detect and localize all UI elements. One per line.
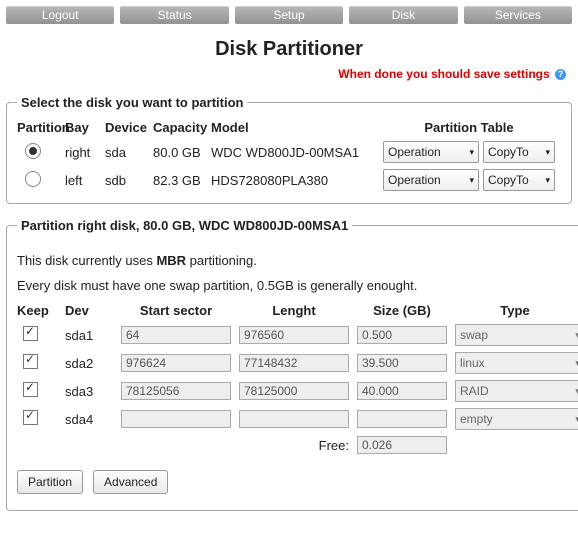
type-select-2[interactable]: RAID▾ bbox=[455, 380, 578, 402]
length-input-1[interactable] bbox=[239, 354, 349, 372]
advanced-button[interactable]: Advanced bbox=[93, 470, 168, 494]
hdr-size: Size (GB) bbox=[357, 303, 447, 318]
size-input-0[interactable] bbox=[357, 326, 447, 344]
copyto-select-1[interactable]: CopyTo▾ bbox=[483, 169, 555, 191]
hdr-device: Device bbox=[105, 120, 153, 135]
hdr-type: Type bbox=[455, 303, 575, 318]
hdr-capacity: Capacity bbox=[153, 120, 211, 135]
part-dev: sda1 bbox=[65, 328, 113, 343]
start-input-0[interactable] bbox=[121, 326, 231, 344]
start-input-3[interactable] bbox=[121, 410, 231, 428]
hdr-dev: Dev bbox=[65, 303, 113, 318]
start-input-2[interactable] bbox=[121, 382, 231, 400]
disk-radio-1[interactable] bbox=[25, 171, 41, 187]
type-select-0[interactable]: swap▾ bbox=[455, 324, 578, 346]
hdr-partition: Partition bbox=[17, 120, 65, 135]
part-dev: sda2 bbox=[65, 356, 113, 371]
info-mbr: This disk currently uses MBR partitionin… bbox=[17, 253, 575, 268]
hdr-model: Model bbox=[211, 120, 383, 135]
disk-device: sdb bbox=[105, 173, 153, 188]
size-input-2[interactable] bbox=[357, 382, 447, 400]
type-select-1[interactable]: linux▾ bbox=[455, 352, 578, 374]
chevron-down-icon: ▾ bbox=[469, 175, 474, 186]
size-input-3[interactable] bbox=[357, 410, 447, 428]
disk-select-fieldset: Select the disk you want to partition Pa… bbox=[6, 95, 572, 204]
disk-bay: right bbox=[65, 145, 105, 160]
length-input-2[interactable] bbox=[239, 382, 349, 400]
length-input-3[interactable] bbox=[239, 410, 349, 428]
keep-checkbox-3[interactable] bbox=[23, 410, 38, 425]
disk-capacity: 80.0 GB bbox=[153, 145, 211, 160]
free-label: Free: bbox=[239, 438, 349, 453]
disk-model: WDC WD800JD-00MSA1 bbox=[211, 145, 383, 160]
partition-fieldset: Partition right disk, 80.0 GB, WDC WD800… bbox=[6, 218, 578, 511]
keep-checkbox-1[interactable] bbox=[23, 354, 38, 369]
hdr-keep: Keep bbox=[17, 303, 57, 318]
chevron-down-icon: ▾ bbox=[545, 147, 550, 158]
hdr-partition-table: Partition Table bbox=[383, 120, 555, 135]
partition-button[interactable]: Partition bbox=[17, 470, 83, 494]
nav-services[interactable]: Services bbox=[464, 6, 572, 24]
hdr-length: Lenght bbox=[239, 303, 349, 318]
keep-checkbox-2[interactable] bbox=[23, 382, 38, 397]
disk-radio-0[interactable] bbox=[25, 143, 41, 159]
nav-disk[interactable]: Disk bbox=[349, 6, 457, 24]
disk-bay: left bbox=[65, 173, 105, 188]
free-value[interactable] bbox=[357, 436, 447, 454]
top-nav: Logout Status Setup Disk Services bbox=[6, 6, 572, 24]
nav-logout[interactable]: Logout bbox=[6, 6, 114, 24]
disk-select-legend: Select the disk you want to partition bbox=[17, 95, 247, 110]
length-input-0[interactable] bbox=[239, 326, 349, 344]
hdr-bay: Bay bbox=[65, 120, 105, 135]
part-dev: sda3 bbox=[65, 384, 113, 399]
nav-setup[interactable]: Setup bbox=[235, 6, 343, 24]
disk-device: sda bbox=[105, 145, 153, 160]
chevron-down-icon: ▾ bbox=[545, 175, 550, 186]
copyto-select-0[interactable]: CopyTo▾ bbox=[483, 141, 555, 163]
part-dev: sda4 bbox=[65, 412, 113, 427]
warning-text: When done you should save settings ? bbox=[6, 67, 566, 81]
keep-checkbox-0[interactable] bbox=[23, 326, 38, 341]
page-title: Disk Partitioner bbox=[6, 38, 572, 61]
disk-model: HDS728080PLA380 bbox=[211, 173, 383, 188]
hdr-start: Start sector bbox=[121, 303, 231, 318]
info-swap: Every disk must have one swap partition,… bbox=[17, 278, 575, 293]
start-input-1[interactable] bbox=[121, 354, 231, 372]
disk-capacity: 82.3 GB bbox=[153, 173, 211, 188]
type-select-3[interactable]: empty▾ bbox=[455, 408, 578, 430]
size-input-1[interactable] bbox=[357, 354, 447, 372]
operation-select-1[interactable]: Operation▾ bbox=[383, 169, 479, 191]
operation-select-0[interactable]: Operation▾ bbox=[383, 141, 479, 163]
chevron-down-icon: ▾ bbox=[469, 147, 474, 158]
nav-status[interactable]: Status bbox=[120, 6, 228, 24]
partition-legend: Partition right disk, 80.0 GB, WDC WD800… bbox=[17, 218, 352, 233]
help-icon[interactable]: ? bbox=[555, 69, 566, 80]
